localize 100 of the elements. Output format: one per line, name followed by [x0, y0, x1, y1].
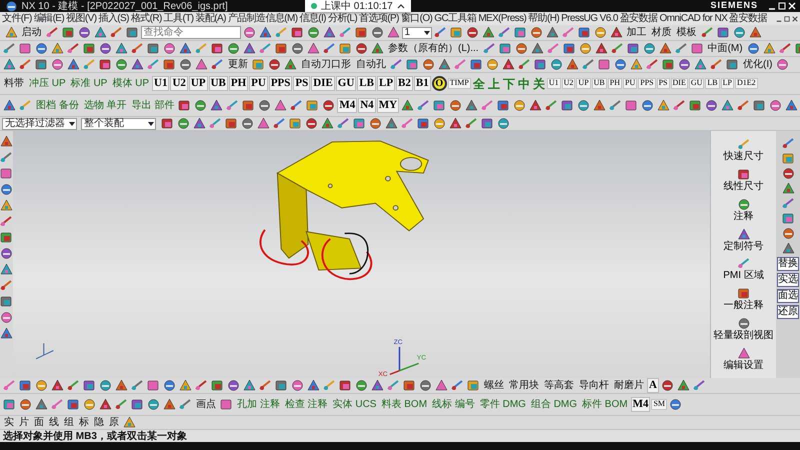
toolbar-button[interactable]: 全: [472, 78, 486, 90]
toolbar-button[interactable]: D1E2: [734, 78, 758, 89]
toolbar-button[interactable]: 常用块: [507, 380, 541, 390]
toolbar-button[interactable]: PPS: [268, 76, 292, 91]
toolbar-button[interactable]: 模板: [674, 28, 698, 38]
toolbar-button[interactable]: TIMP: [448, 78, 471, 89]
toolbar-button[interactable]: A: [647, 378, 659, 393]
toolbar-button[interactable]: PPS: [638, 78, 656, 89]
toolbar-button[interactable]: B2: [396, 76, 413, 91]
side-button[interactable]: 还原: [777, 305, 799, 319]
toolbar-button[interactable]: 中面(M): [706, 44, 745, 54]
menu-item[interactable]: 分析(L): [328, 13, 358, 24]
toolbar-button[interactable]: PS: [656, 78, 670, 89]
menu-item[interactable]: 视图(V): [66, 13, 96, 24]
toolbar-button[interactable]: U2: [170, 76, 188, 91]
menu-item[interactable]: 盈安数据: [620, 13, 658, 24]
toolbar-button[interactable]: 线: [47, 418, 61, 428]
toolbar-button[interactable]: 材质: [650, 28, 674, 38]
menu-item[interactable]: 文件(F): [2, 13, 32, 24]
toolbar-button[interactable]: UP: [576, 78, 591, 89]
menu-item[interactable]: OmniCAD for NX: [659, 13, 728, 24]
menu-item[interactable]: 格式(R): [130, 13, 162, 24]
toolbar-button[interactable]: 螺丝: [482, 380, 506, 390]
toolbar-button[interactable]: 标件 BOM: [580, 400, 630, 410]
toolbar-button[interactable]: 模体 UP: [110, 78, 152, 88]
toolbar-button[interactable]: 检查 注释: [282, 400, 330, 410]
panel-button[interactable]: 线性尺寸: [724, 168, 764, 192]
toolbar-button[interactable]: 组: [62, 418, 76, 428]
toolbar-button[interactable]: U2: [562, 78, 576, 89]
toolbar-button[interactable]: 料带: [2, 78, 26, 88]
menu-item[interactable]: 首选项(P): [359, 13, 399, 24]
toolbar-button[interactable]: UP: [188, 76, 208, 91]
menu-item[interactable]: 装配(A): [195, 13, 226, 24]
toolbar-button[interactable]: 上: [486, 78, 501, 90]
side-button[interactable]: 面选: [777, 289, 799, 303]
toolbar-button[interactable]: PU: [249, 76, 268, 91]
filter-dropdown[interactable]: 无选择过滤器: [2, 118, 77, 130]
toolbar-button[interactable]: 孔加 注释: [235, 400, 282, 410]
toolbar-button[interactable]: 导向杆: [577, 380, 611, 390]
toolbar-button[interactable]: LB: [357, 76, 376, 91]
menu-item[interactable]: MEX(Press): [478, 13, 526, 24]
toolbar-button[interactable]: GU: [336, 76, 356, 91]
toolbar-button[interactable]: 选物 单开: [82, 100, 129, 110]
layer-dropdown[interactable]: 1: [402, 26, 432, 38]
toolbar-button[interactable]: MY: [376, 98, 400, 113]
toolbar-button[interactable]: LP: [376, 76, 396, 91]
panel-button[interactable]: 轻量级剖视图: [714, 317, 774, 342]
toolbar-button[interactable]: U1: [546, 78, 561, 89]
menu-item[interactable]: PressUG V6.0: [561, 13, 618, 24]
toolbar-button[interactable]: 组合 DMG: [528, 400, 580, 410]
toolbar-button[interactable]: O: [432, 76, 447, 91]
panel-button[interactable]: 编辑设置: [724, 347, 764, 372]
toolbar-button[interactable]: 片: [17, 418, 31, 428]
toolbar-button[interactable]: GU: [688, 78, 704, 89]
menu-item[interactable]: GC工具箱: [434, 13, 476, 24]
toolbar-button[interactable]: 标: [77, 418, 91, 428]
menu-item[interactable]: 产品制造信息(M): [228, 13, 298, 24]
panel-button[interactable]: 快速尺寸: [724, 138, 764, 162]
toolbar-button[interactable]: LP: [720, 78, 734, 89]
toolbar-button[interactable]: DIE: [311, 76, 335, 91]
toolbar-button[interactable]: 料表 BOM: [379, 400, 430, 410]
panel-button[interactable]: 注释: [734, 198, 754, 222]
toolbar-button[interactable]: 参数（原有的）(L)...: [386, 44, 481, 54]
toolbar-button[interactable]: U1: [152, 76, 170, 91]
toolbar-button[interactable]: UB: [208, 76, 228, 91]
panel-button[interactable]: 一般注释: [724, 287, 764, 312]
toolbar-button[interactable]: 实: [2, 418, 16, 428]
toolbar-button[interactable]: 关: [532, 78, 546, 90]
menu-item[interactable]: 工具(T): [164, 13, 194, 24]
toolbar-button[interactable]: PS: [293, 76, 310, 91]
toolbar-button[interactable]: M4: [337, 98, 358, 113]
panel-button[interactable]: PMI 区域: [723, 257, 764, 282]
toolbar-button[interactable]: 零件 DMG: [478, 400, 528, 410]
filter-dropdown[interactable]: 整个装配: [81, 118, 156, 130]
toolbar-button[interactable]: UB: [592, 78, 607, 89]
toolbar-button[interactable]: 等高套: [542, 380, 576, 390]
side-button[interactable]: 替换: [777, 257, 799, 271]
menu-item[interactable]: 窗口(O): [400, 13, 432, 24]
toolbar-button[interactable]: 实体 UCS: [330, 400, 378, 410]
toolbar-button[interactable]: 面: [32, 418, 46, 428]
menu-item[interactable]: 插入(S): [98, 13, 129, 24]
start-button[interactable]: 启动: [2, 26, 44, 39]
toolbar-button[interactable]: 画点: [194, 400, 218, 410]
toolbar-button[interactable]: SM: [651, 399, 668, 410]
toolbar-button[interactable]: M4: [630, 397, 650, 412]
toolbar-button[interactable]: 自动刀口形: [299, 60, 353, 70]
toolbar-button[interactable]: 线标 编号: [430, 400, 477, 410]
toolbar-button[interactable]: DIE: [670, 78, 688, 89]
toolbar-button[interactable]: B1: [414, 76, 431, 91]
toolbar-button[interactable]: N4: [358, 98, 376, 113]
menu-item[interactable]: 帮助(H): [528, 13, 560, 24]
toolbar-button[interactable]: 标准 UP: [68, 78, 110, 88]
toolbar-button[interactable]: 隐: [92, 418, 106, 428]
search-field[interactable]: 查找命令: [140, 26, 240, 39]
toolbar-button[interactable]: PU: [623, 78, 638, 89]
toolbar-button[interactable]: 原: [107, 418, 121, 428]
toolbar-button[interactable]: PH: [608, 78, 622, 89]
menu-item[interactable]: 盈安数据: [729, 13, 767, 24]
toolbar-button[interactable]: 耐磨片: [612, 380, 646, 390]
panel-button[interactable]: 定制符号: [724, 228, 764, 252]
